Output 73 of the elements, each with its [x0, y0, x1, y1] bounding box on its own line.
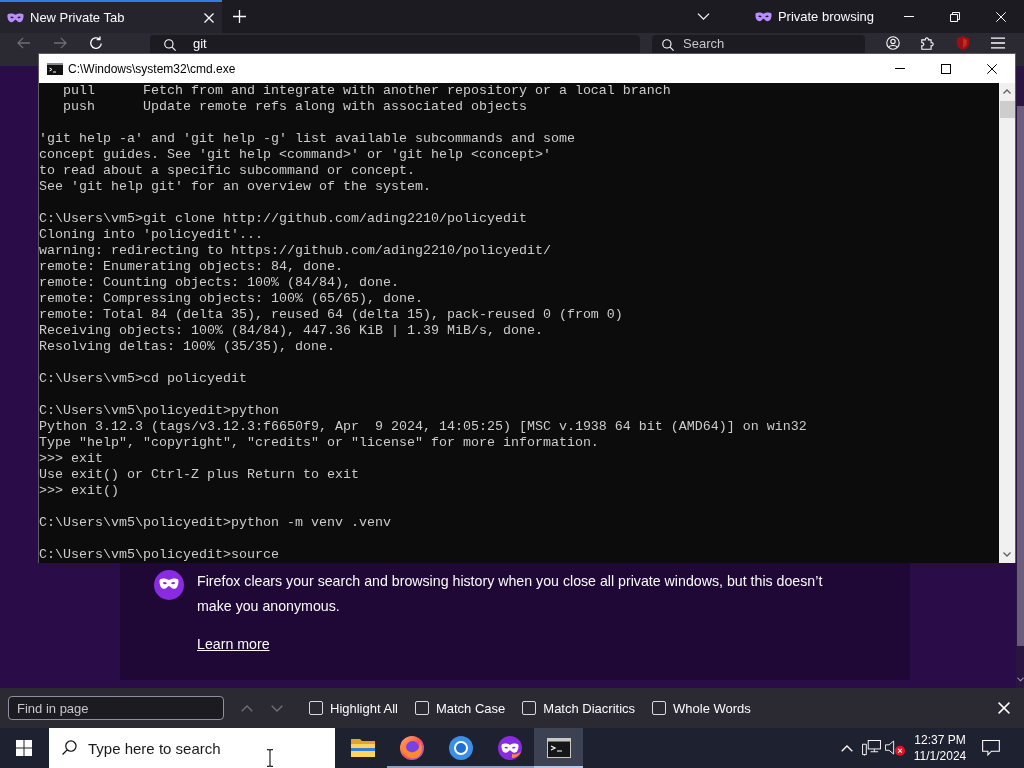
private-browsing-label: Private browsing — [777, 9, 874, 24]
terminal-line: >>> exit() — [39, 483, 120, 499]
checkbox-label[interactable]: Match Diacritics — [543, 700, 636, 716]
terminal-line: C:\Users\vm5>cd policyedit — [39, 371, 248, 387]
terminal-line: Type "help", "copyright", "credits" or "license" for more information. — [39, 435, 600, 451]
terminal-line: >>> exit — [39, 451, 104, 467]
folder-icon — [350, 738, 375, 758]
terminal-icon — [546, 738, 571, 758]
account-icon[interactable] — [885, 36, 900, 50]
checkbox[interactable] — [309, 701, 323, 715]
checkbox[interactable] — [414, 701, 429, 715]
chevron-down-icon[interactable] — [1003, 552, 1011, 557]
plus-icon[interactable] — [233, 10, 246, 23]
clock-time: 12:37 PM — [914, 732, 966, 748]
search-icon — [62, 740, 77, 755]
terminal-line: remote: Counting objects: 100% (84/84), done. — [39, 275, 400, 291]
search-field[interactable]: Search — [652, 35, 865, 53]
tab[interactable]: New Private Tab — [0, 0, 222, 33]
menu-icon[interactable] — [990, 36, 1005, 50]
mask-icon — [497, 736, 522, 760]
terminal-line: 'git help -a' and 'git help -g' list available subcommands and some — [39, 131, 576, 147]
taskbar-search-field[interactable]: Type here to search — [49, 728, 335, 768]
clock-date: 11/1/2024 — [913, 748, 967, 764]
terminal-line: Python 3.12.3 (tags/v3.12.3:f6650f9, Apr 9 2024, 14:05:25) [MSC v.1938 64 bit (AMD64)] on win32 — [39, 419, 808, 435]
private-notice-text: Firefox clears your search and browsing history when you close all private windows, but this doesn’t make you anonymous. — [197, 572, 824, 616]
terminal-line: Use exit() or Ctrl-Z plus Return to exit — [39, 467, 360, 483]
mask-icon — [154, 570, 184, 600]
globe-swirl-icon — [399, 736, 424, 760]
terminal-line: concept guides. See 'git help <command>' or 'git help <concept>' — [39, 147, 552, 163]
terminal-line: See 'git help git' for an overview of the system. — [39, 179, 432, 195]
puzzle-icon[interactable] — [920, 36, 935, 50]
terminal-line: Resolving deltas: 100% (35/35), done. — [39, 339, 336, 355]
checkbox-label[interactable]: Whole Words — [673, 700, 751, 716]
restore-icon[interactable] — [950, 11, 960, 22]
learn-more-link[interactable]: Learn more — [197, 632, 270, 657]
close-icon[interactable] — [987, 63, 997, 74]
reload-icon[interactable] — [89, 36, 103, 50]
ring-icon — [448, 736, 473, 760]
checkbox[interactable] — [652, 701, 667, 715]
terminal-line: pull Fetch from and integrate with another repository or a local branch — [62, 83, 672, 99]
terminal-line: C:\Users\vm5\policyedit>source — [39, 547, 280, 563]
terminal-line: to read about a specific subcommand or concept. — [39, 163, 416, 179]
text-cursor-icon — [266, 749, 274, 767]
terminal-line: C:\Users\vm5>git clone http://github.com/ading2210/policyedit — [39, 211, 528, 227]
mask-icon — [754, 11, 772, 22]
windows-logo-icon[interactable] — [16, 740, 32, 756]
window-title: C:\Windows\system32\cmd.exe — [68, 61, 236, 76]
checkbox[interactable] — [522, 701, 537, 715]
terminal-line: remote: Total 84 (delta 35), reused 64 (delta 15), pack-reused 0 (from 0) — [39, 307, 624, 323]
chevron-down-icon[interactable] — [1016, 677, 1024, 682]
terminal-line: Cloning into 'policyedit'... — [39, 227, 264, 243]
mask-icon — [7, 12, 24, 23]
search-icon — [164, 39, 176, 51]
notification-icon[interactable] — [982, 740, 1000, 756]
terminal-line: C:\Users\vm5\policyedit>python -m venv .venv — [39, 515, 392, 531]
terminal-icon — [47, 62, 63, 75]
search-icon — [662, 39, 674, 51]
terminal-line: push Update remote refs along with associated objects — [62, 99, 528, 115]
url-field[interactable]: git — [150, 35, 640, 53]
network-icon[interactable] — [861, 740, 881, 756]
speaker-muted-icon[interactable] — [885, 740, 905, 756]
maximize-icon[interactable] — [941, 63, 951, 74]
terminal-line: C:\Users\vm5\policyedit>python — [39, 403, 280, 419]
taskbar-app-button[interactable] — [534, 728, 583, 768]
terminal-line: remote: Compressing objects: 100% (65/65), done. — [39, 291, 424, 307]
terminal-line: Receiving objects: 100% (84/84), 447.36 KiB | 1.39 MiB/s, done. — [39, 323, 544, 339]
checkbox-label[interactable]: Highlight All — [330, 700, 398, 716]
terminal-line: warning: redirecting to https://github.com/ading2210/policyedit/ — [39, 243, 552, 259]
shield-icon[interactable] — [955, 36, 970, 50]
checkbox-label[interactable]: Match Case — [435, 700, 506, 716]
find-field[interactable]: Find in page — [8, 696, 224, 720]
scrollbar-thumb[interactable] — [999, 101, 1015, 118]
terminal-line: remote: Enumerating objects: 84, done. — [39, 259, 344, 275]
